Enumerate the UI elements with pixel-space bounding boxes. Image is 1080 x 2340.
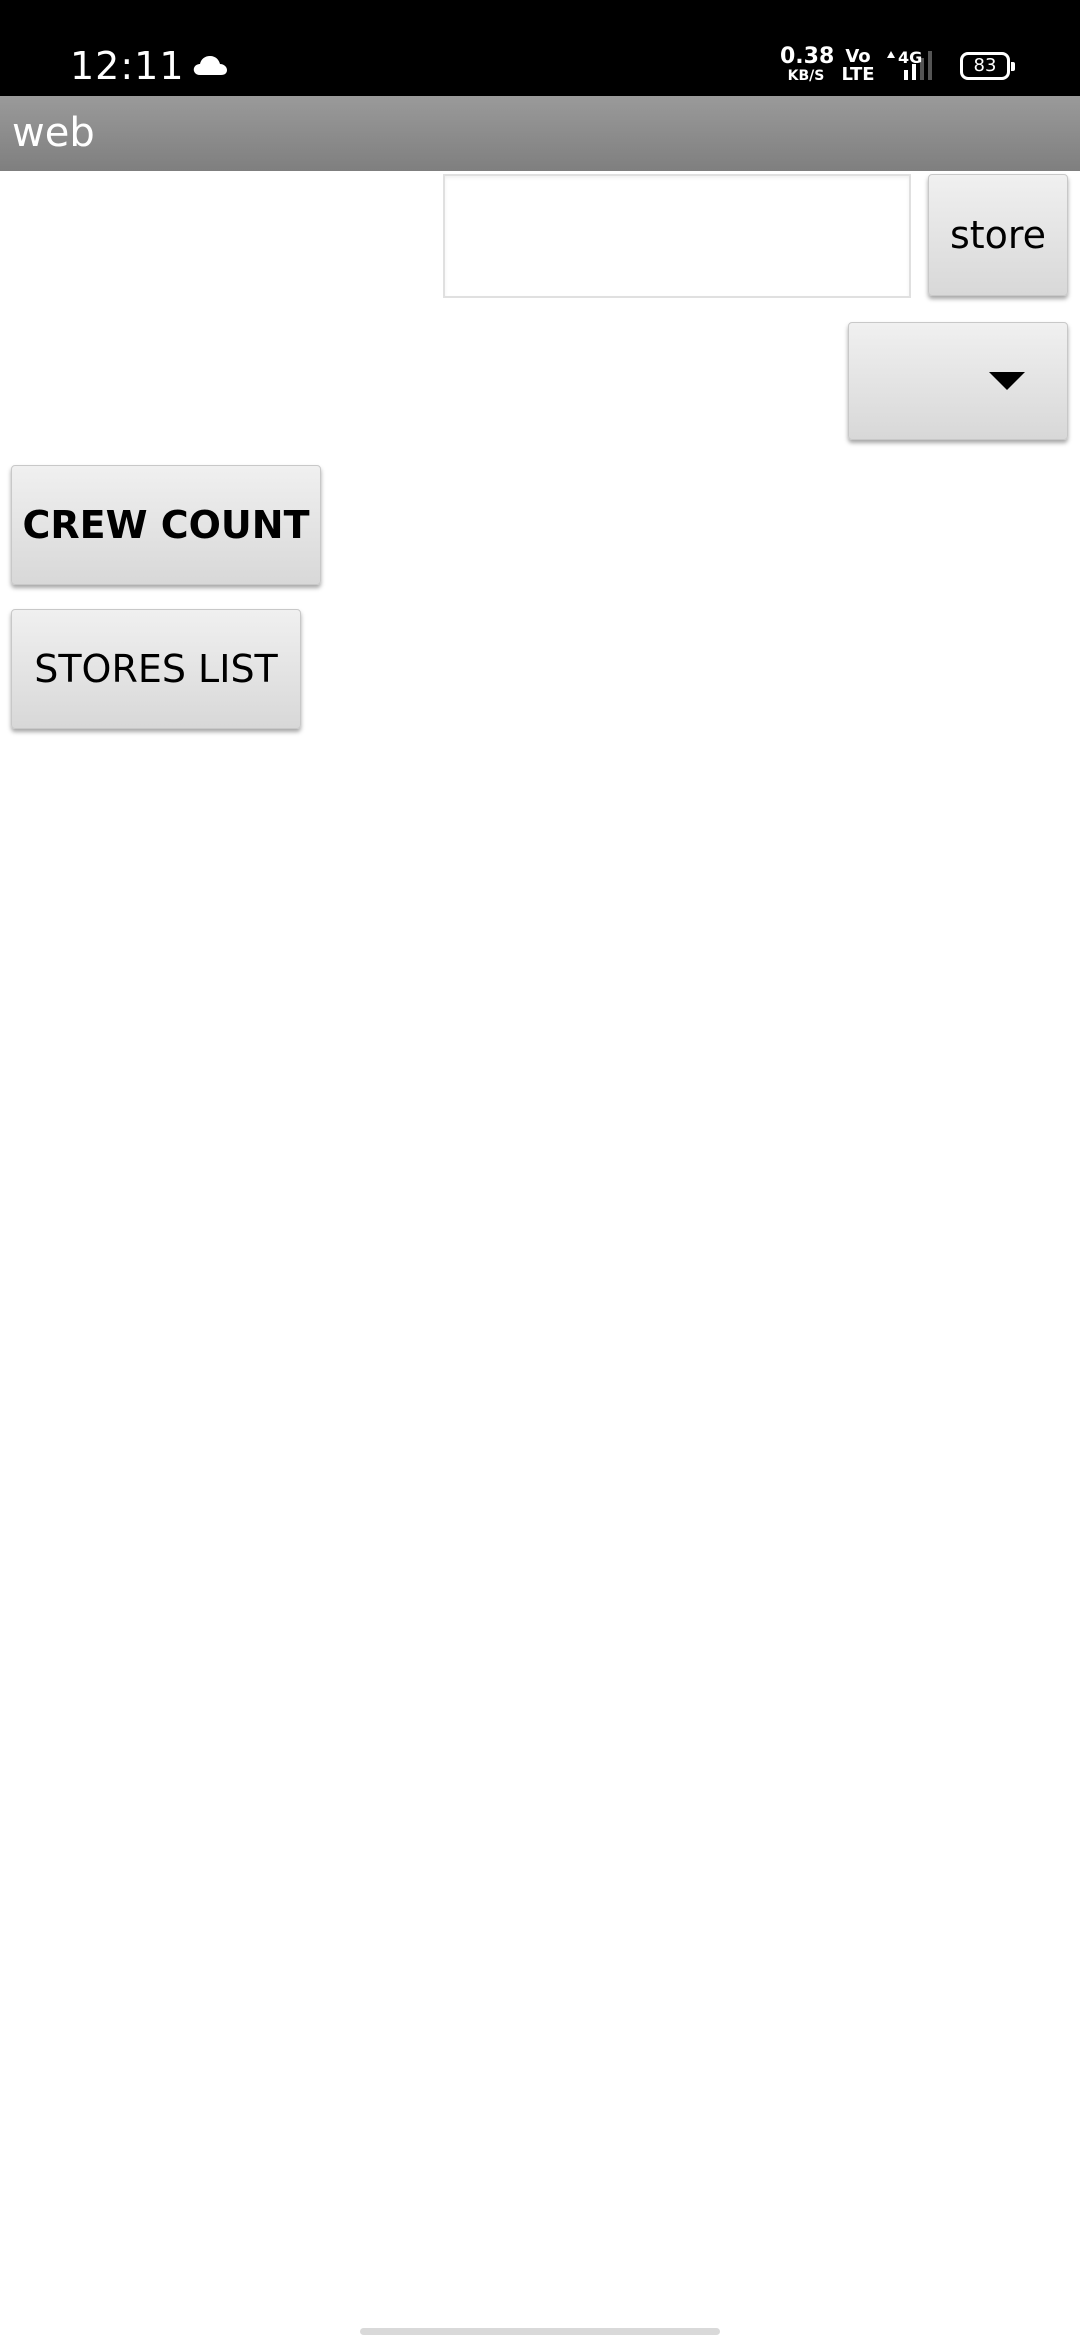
volte-indicator: Vo LTE bbox=[840, 48, 876, 84]
stores-list-label: STORES LIST bbox=[34, 647, 278, 691]
store-button-label: store bbox=[949, 213, 1047, 257]
battery-icon: 83 bbox=[960, 52, 1015, 80]
title-bar: web bbox=[0, 96, 1080, 171]
stores-list-button[interactable]: STORES LIST bbox=[11, 609, 301, 729]
home-indicator[interactable] bbox=[360, 2328, 720, 2335]
cloud-icon bbox=[193, 56, 227, 75]
volte-bottom: LTE bbox=[841, 64, 875, 85]
battery-level: 83 bbox=[973, 55, 997, 76]
network-speed-value: 0.38 bbox=[780, 44, 835, 69]
status-time: 12:11 bbox=[70, 44, 185, 88]
network-type: 4G bbox=[898, 48, 923, 67]
status-bar: 12:11 0.38 KB/S Vo LTE 4G 83 bbox=[0, 0, 1080, 96]
network-speed-unit: KB/S bbox=[787, 68, 825, 84]
network-speed: 0.38 KB/S bbox=[780, 44, 835, 84]
store-input[interactable] bbox=[443, 174, 911, 298]
crew-count-button[interactable]: CREW COUNT bbox=[11, 465, 321, 585]
crew-count-label: CREW COUNT bbox=[22, 503, 310, 547]
caret-down-icon bbox=[989, 372, 1025, 390]
store-dropdown[interactable] bbox=[848, 322, 1068, 440]
store-button[interactable]: store bbox=[928, 174, 1068, 296]
app-title: web bbox=[12, 110, 95, 156]
